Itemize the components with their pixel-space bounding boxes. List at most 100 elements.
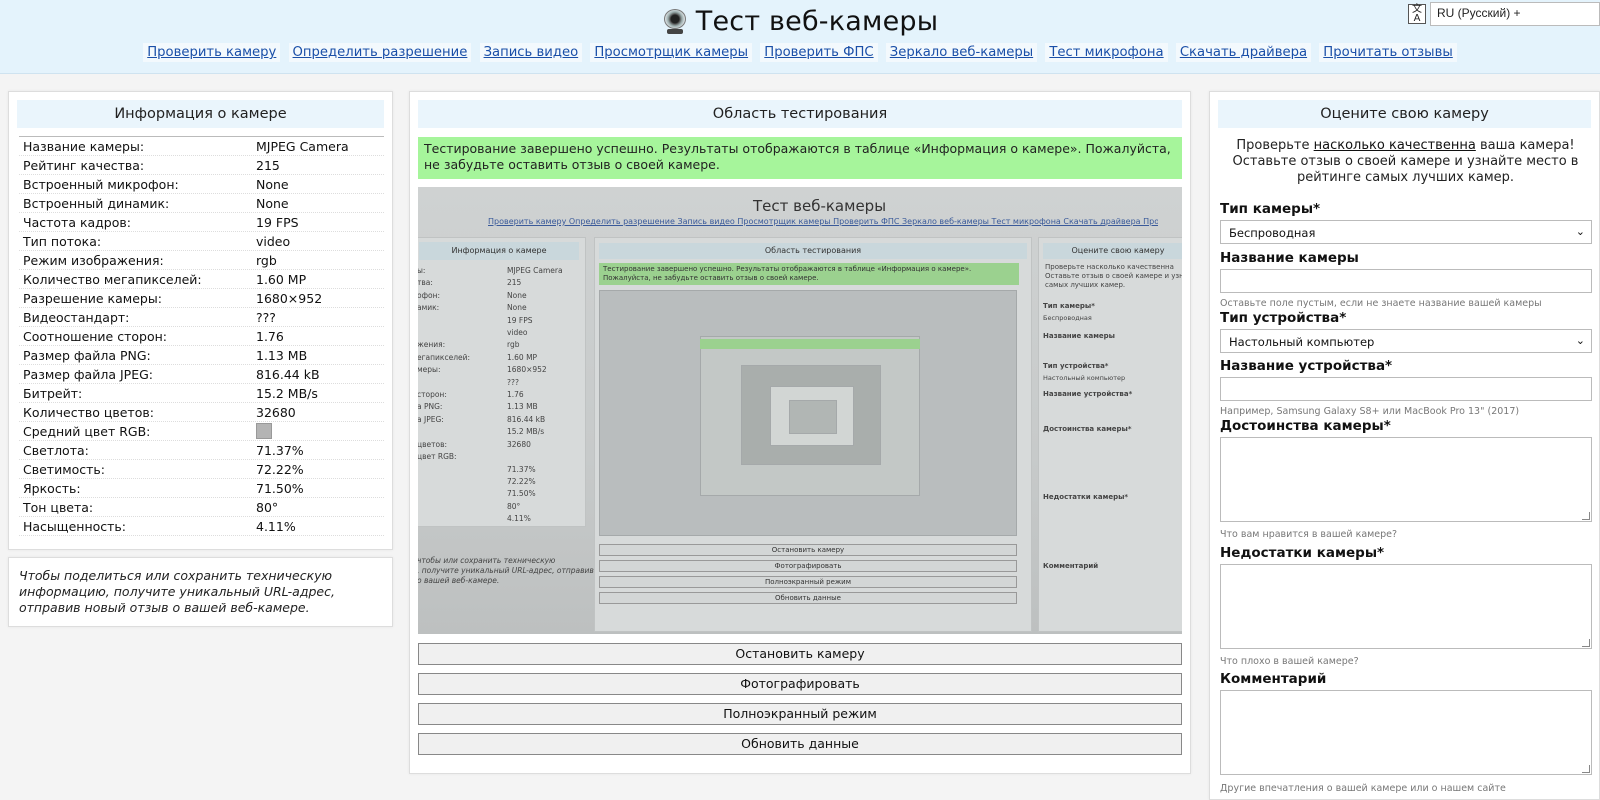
info-value: rgb bbox=[256, 252, 277, 268]
info-key: Светимость: bbox=[23, 461, 106, 477]
device-name-label: Название устройства* bbox=[1220, 358, 1393, 374]
preview-info-note: чтобы или сохранить техническую , получи… bbox=[418, 556, 594, 585]
info-key: Встроенный микрофон: bbox=[23, 176, 179, 192]
info-key: Средний цвет RGB: bbox=[23, 423, 151, 439]
stop-camera-button[interactable]: Остановить камеру bbox=[418, 643, 1182, 665]
nav-webcam-mirror[interactable]: Зеркало веб-камеры bbox=[885, 43, 1038, 62]
preview-rate-head: Оцените свою камеру bbox=[1043, 243, 1182, 259]
info-key: Размер файла PNG: bbox=[23, 347, 151, 363]
preview-label-3: Тип устройства* bbox=[1043, 362, 1109, 370]
info-row: Рейтинг качества: 215 bbox=[19, 156, 384, 175]
quality-link[interactable]: насколько качественна bbox=[1314, 138, 1476, 153]
preview-btn-refresh: Обновить данные bbox=[599, 592, 1017, 604]
info-key: Рейтинг качества: bbox=[23, 157, 145, 173]
language-select[interactable]: RU (Русский) + bbox=[1430, 2, 1600, 26]
nav-record-video[interactable]: Запись видео bbox=[479, 43, 583, 62]
camera-type-select[interactable]: Беспроводная ⌄ bbox=[1220, 220, 1592, 244]
preview-area-panel: Область тестирования Тестирование заверш… bbox=[594, 237, 1032, 632]
info-row: Яркость: 71.50% bbox=[19, 479, 384, 498]
preview-title: Тест веб-камеры bbox=[753, 197, 887, 215]
resize-grip-icon[interactable] bbox=[1582, 639, 1590, 647]
resize-grip-icon[interactable] bbox=[1582, 512, 1590, 520]
camera-info-table: Название камеры: MJPEG Camera Рейтинг каче… bbox=[19, 136, 384, 536]
info-row: Встроенный микрофон: None bbox=[19, 175, 384, 194]
camera-preview[interactable]: Тест веб-камеры Проверить камеру Определ… bbox=[418, 187, 1182, 634]
info-row: Режим изображения: rgb bbox=[19, 251, 384, 270]
success-message: Тестирование завершено успешно. Результа… bbox=[418, 137, 1182, 179]
info-value: 1.76 bbox=[256, 328, 284, 344]
info-value: 19 FPS bbox=[256, 214, 299, 230]
site-title: Тест веб-камеры bbox=[695, 6, 939, 37]
refresh-data-button[interactable]: Обновить данные bbox=[418, 733, 1182, 755]
info-key: Тон цвета: bbox=[23, 499, 94, 515]
info-key: Яркость: bbox=[23, 480, 81, 496]
device-type-select[interactable]: Настольный компьютер ⌄ bbox=[1220, 329, 1592, 353]
nav-check-camera[interactable]: Проверить камеру bbox=[143, 43, 281, 62]
fullscreen-button[interactable]: Полноэкранный режим bbox=[418, 703, 1182, 725]
camera-type-label: Тип камеры* bbox=[1220, 201, 1321, 217]
info-key: Насыщенность: bbox=[23, 518, 126, 534]
title-row: Тест веб-камеры bbox=[0, 6, 1600, 40]
preview-nested-shot bbox=[599, 290, 1017, 536]
device-name-input[interactable] bbox=[1220, 377, 1592, 401]
info-row: Количество цветов: 32680 bbox=[19, 403, 384, 422]
info-value: video bbox=[256, 233, 291, 249]
language-switcher: 文A RU (Русский) + bbox=[1408, 2, 1600, 26]
preview-label-8: Комментарий bbox=[1043, 562, 1099, 570]
info-value: 32680 bbox=[256, 404, 296, 420]
translate-icon: 文A bbox=[1408, 4, 1426, 24]
info-row: Тон цвета: 80° bbox=[19, 498, 384, 517]
preview-label-6: Достоинства камеры* bbox=[1043, 425, 1132, 433]
resize-grip-icon[interactable] bbox=[1582, 765, 1590, 773]
info-value: 80° bbox=[256, 499, 279, 515]
rate-intro-2: Оставьте отзыв о своей камере и узнайте … bbox=[1232, 154, 1579, 185]
nav-camera-viewer[interactable]: Просмотрщик камеры bbox=[590, 43, 753, 62]
rate-intro-text: Проверьте bbox=[1236, 138, 1314, 153]
webcam-logo-icon bbox=[662, 8, 688, 35]
info-row: Встроенный динамик: None bbox=[19, 194, 384, 213]
info-key: Светлота: bbox=[23, 442, 89, 458]
info-row: Насыщенность: 4.11% bbox=[19, 517, 384, 536]
nav-read-reviews[interactable]: Прочитать отзывы bbox=[1319, 43, 1457, 62]
cons-textarea[interactable] bbox=[1220, 564, 1592, 649]
preview-label-7: Недостатки камеры* bbox=[1043, 493, 1129, 501]
info-row: Размер файла JPEG: 816.44 kB bbox=[19, 365, 384, 384]
rate-intro: Проверьте насколько качественна ваша кам… bbox=[1218, 138, 1593, 186]
camera-info-title: Информация о камере bbox=[17, 100, 384, 128]
comment-label: Комментарий bbox=[1220, 671, 1327, 687]
pros-hint: Что вам нравится в вашей камере? bbox=[1220, 529, 1398, 540]
nav-check-fps[interactable]: Проверить ФПС bbox=[760, 43, 878, 62]
nav-resolution[interactable]: Определить разрешение bbox=[288, 43, 472, 62]
camera-type-value: Беспроводная bbox=[1229, 226, 1316, 240]
comment-textarea[interactable] bbox=[1220, 690, 1592, 775]
preview-btn-stop: Остановить камеру bbox=[599, 544, 1017, 556]
avg-rgb-swatch bbox=[256, 423, 272, 440]
rate-camera-title: Оцените свою камеру bbox=[1218, 100, 1591, 128]
info-key: Битрейт: bbox=[23, 385, 83, 401]
preview-info-labels: ы: тва: офон: амик: жения: егапикселей: … bbox=[418, 266, 471, 462]
info-value: 15.2 MB/s bbox=[256, 385, 318, 401]
info-row: Разрешение камеры: 1680×952 bbox=[19, 289, 384, 308]
preview-rate-intro: Проверьте насколько качественна Оставьте… bbox=[1045, 263, 1182, 289]
device-name-hint: Например, Samsung Galaxy S8+ или MacBook… bbox=[1220, 406, 1520, 417]
info-row: Тип потока: video bbox=[19, 232, 384, 251]
camera-info-panel: Информация о камере Название камеры: MJPE… bbox=[8, 91, 393, 550]
info-row: Название камеры: MJPEG Camera bbox=[19, 137, 384, 156]
take-photo-button[interactable]: Фотографировать bbox=[418, 673, 1182, 695]
chevron-down-icon: ⌄ bbox=[1575, 225, 1585, 238]
info-key: Соотношение сторон: bbox=[23, 328, 167, 344]
info-value: 1.13 MB bbox=[256, 347, 308, 363]
site-header: Тест веб-камеры Проверить камеру Определ… bbox=[0, 0, 1600, 74]
info-value: 816.44 kB bbox=[256, 366, 320, 382]
preview-btn-fullscreen: Полноэкранный режим bbox=[599, 576, 1017, 588]
nav-mic-test[interactable]: Тест микрофона bbox=[1045, 43, 1168, 62]
camera-name-input[interactable] bbox=[1220, 269, 1592, 293]
info-value: 1.60 MP bbox=[256, 271, 307, 287]
nav-download-drivers[interactable]: Скачать драйвера bbox=[1175, 43, 1312, 62]
info-value: 72.22% bbox=[256, 461, 304, 477]
pros-textarea[interactable] bbox=[1220, 437, 1592, 522]
info-row: Соотношение сторон: 1.76 bbox=[19, 327, 384, 346]
preview-btn-photo: Фотографировать bbox=[599, 560, 1017, 572]
share-note: Чтобы поделиться или сохранить техническ… bbox=[19, 568, 335, 615]
camera-name-hint: Оставьте поле пустым, если не знаете наз… bbox=[1220, 298, 1542, 309]
